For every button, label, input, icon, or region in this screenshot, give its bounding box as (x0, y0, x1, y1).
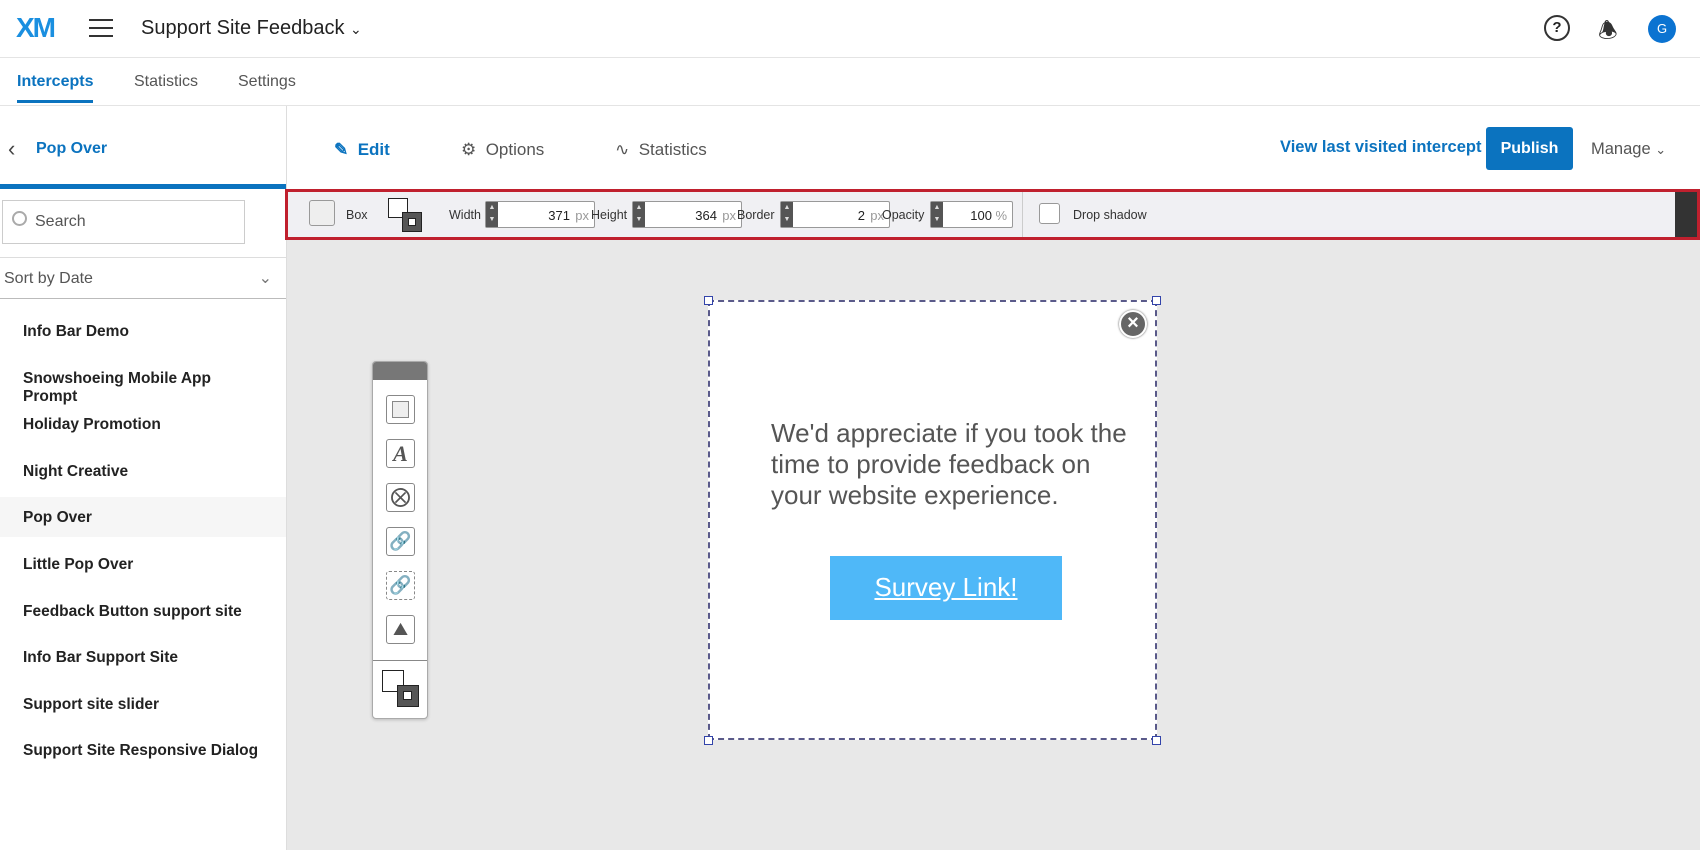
border-input[interactable]: ▲ ▼ 2 px (780, 201, 890, 228)
text-tool-icon[interactable]: A (386, 439, 415, 468)
resize-handle[interactable] (1152, 296, 1161, 305)
chevron-down-icon: ⌄ (1655, 142, 1667, 157)
stepper-arrows-icon[interactable]: ▲ ▼ (633, 202, 645, 227)
divider (1022, 192, 1023, 237)
top-bar: XM Support Site Feedback ⌄ ? 🕭 G (0, 0, 1700, 58)
close-button-tool-icon[interactable]: ⨂ (386, 483, 415, 512)
sort-dropdown[interactable]: Sort by Date ⌄ (0, 257, 286, 299)
view-last-visited-link[interactable]: View last visited intercept (1280, 138, 1481, 157)
list-item[interactable]: Feedback Button support site (0, 591, 286, 631)
drop-shadow-label: Drop shadow (1073, 208, 1147, 222)
active-indicator (0, 184, 286, 189)
tab-statistics[interactable]: Statistics (134, 73, 198, 91)
project-title: Support Site Feedback (141, 17, 345, 39)
manage-label: Manage (1591, 140, 1651, 158)
hotspot-link-tool-icon[interactable]: 🔗 (386, 571, 415, 600)
hamburger-menu-icon[interactable] (89, 19, 113, 37)
opacity-input[interactable]: ▲ ▼ 100% (930, 201, 1013, 228)
close-icon[interactable]: × (1119, 310, 1147, 338)
edit-label: Edit (357, 140, 390, 159)
chevron-down-icon: ⌄ (350, 21, 362, 37)
palette-drag-handle[interactable] (373, 362, 427, 380)
list-item[interactable]: Night Creative (0, 451, 286, 491)
xm-logo[interactable]: XM (16, 12, 56, 44)
border-label: Border (737, 208, 775, 222)
sort-label: Sort by Date (4, 270, 93, 287)
resize-handle[interactable] (704, 296, 713, 305)
unit-px: px (722, 208, 736, 223)
tab-intercepts[interactable]: Intercepts (17, 73, 94, 103)
unit-percent: % (995, 208, 1007, 223)
statistics-tab[interactable]: ∿ Statistics (615, 140, 707, 160)
stepper-arrows-icon[interactable]: ▲ ▼ (931, 202, 943, 227)
bell-icon[interactable]: 🕭 (1598, 14, 1618, 52)
options-label: Options (485, 140, 545, 159)
editor-subheader: ✎ Edit ⚙ Options ∿ Statistics View last … (287, 106, 1700, 190)
list-item[interactable]: Snowshoeing Mobile App Prompt (0, 358, 286, 405)
width-input[interactable]: ▲ ▼ 371 px (485, 201, 595, 228)
image-tool-icon[interactable]: ⛰ (386, 615, 415, 644)
height-input[interactable]: ▲ ▼ 364 px (632, 201, 742, 228)
help-icon[interactable]: ? (1544, 15, 1570, 41)
drop-shadow-checkbox[interactable] (1039, 203, 1060, 224)
pop-over-creative[interactable] (708, 300, 1157, 740)
width-value: 371 (548, 208, 570, 223)
width-label: Width (449, 208, 481, 222)
height-value: 364 (695, 208, 717, 223)
list-item[interactable]: Support Site Responsive Dialog (0, 730, 286, 770)
resize-handle[interactable] (1152, 736, 1161, 745)
list-item[interactable]: Support site slider (0, 684, 286, 724)
chevron-down-icon: ⌄ (258, 270, 272, 287)
list-item[interactable]: Little Pop Over (0, 544, 286, 584)
publish-button[interactable]: Publish (1486, 127, 1573, 170)
search-input[interactable]: Search (2, 200, 245, 244)
manage-dropdown[interactable]: Manage ⌄ (1591, 140, 1666, 159)
stepper-arrows-icon[interactable]: ▲ ▼ (781, 202, 793, 227)
sidebar-title[interactable]: Pop Over (36, 140, 107, 158)
height-label: Height (591, 208, 628, 222)
color-picker-icon[interactable] (388, 198, 423, 233)
insert-palette: A ⨂ 🔗 🔗 ⛰ (372, 361, 428, 719)
search-placeholder: Search (35, 213, 86, 230)
stepper-arrows-icon[interactable]: ▲ ▼ (486, 202, 498, 227)
box-style-button[interactable] (309, 200, 335, 226)
pencil-icon: ✎ (334, 140, 349, 159)
back-chevron-icon[interactable]: ‹ (8, 136, 15, 162)
survey-link-button[interactable]: Survey Link! (830, 556, 1062, 620)
color-picker-icon[interactable] (382, 670, 420, 708)
list-item[interactable]: Info Bar Demo (0, 311, 286, 351)
main-tabs: Intercepts Statistics Settings (0, 58, 1700, 106)
link-tool-icon[interactable]: 🔗 (386, 527, 415, 556)
opacity-value: 100 (970, 208, 992, 223)
statistics-label: Statistics (638, 140, 707, 159)
sidebar: ‹ Pop Over Search Sort by Date ⌄ Info Bar… (0, 106, 287, 850)
avatar[interactable]: G (1648, 15, 1676, 43)
chart-line-icon: ∿ (615, 140, 630, 159)
popup-message[interactable]: We'd appreciate if you took the time to … (771, 418, 1131, 511)
search-icon (12, 211, 27, 226)
border-value: 2 (857, 208, 865, 223)
options-tab[interactable]: ⚙ Options (461, 140, 544, 160)
box-tool-icon[interactable] (386, 395, 415, 424)
unit-px: px (575, 208, 589, 223)
opacity-label: Opacity (882, 208, 925, 222)
list-item[interactable]: Info Bar Support Site (0, 637, 286, 677)
edit-tab[interactable]: ✎ Edit (334, 140, 390, 160)
box-label: Box (346, 208, 368, 222)
toolbar-expand-button[interactable] (1675, 192, 1697, 237)
list-item[interactable]: Pop Over (0, 497, 286, 537)
list-item[interactable]: Holiday Promotion (0, 404, 286, 444)
gear-icon: ⚙ (461, 140, 477, 159)
element-toolbar: Box Width ▲ ▼ 371 px Height ▲ ▼ 364 px Border … (285, 189, 1700, 240)
tab-settings[interactable]: Settings (238, 73, 296, 91)
project-title-dropdown[interactable]: Support Site Feedback ⌄ (141, 17, 362, 40)
resize-handle[interactable] (704, 736, 713, 745)
